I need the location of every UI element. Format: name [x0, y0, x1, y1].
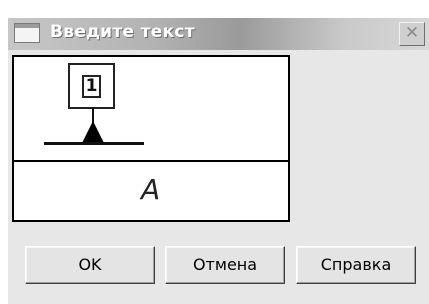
help-button[interactable]: Справка [296, 246, 416, 284]
close-icon[interactable]: ✕ [399, 22, 425, 46]
window-title: Введите текст [50, 22, 195, 42]
preview-divider [14, 160, 288, 162]
text-input-dialog: Введите текст ✕ 1 A OK Отмена Справка [0, 0, 429, 304]
ok-button[interactable]: OK [25, 246, 155, 284]
datum-triangle-icon [82, 121, 104, 143]
designation-preview: 1 A [12, 55, 290, 222]
datum-baseline [44, 142, 144, 145]
marker-frame: 1 [68, 63, 115, 109]
window-icon [14, 23, 40, 43]
cancel-button[interactable]: Отмена [165, 246, 285, 284]
marker-number: 1 [82, 75, 101, 98]
designation-text-field[interactable]: A [141, 174, 160, 206]
